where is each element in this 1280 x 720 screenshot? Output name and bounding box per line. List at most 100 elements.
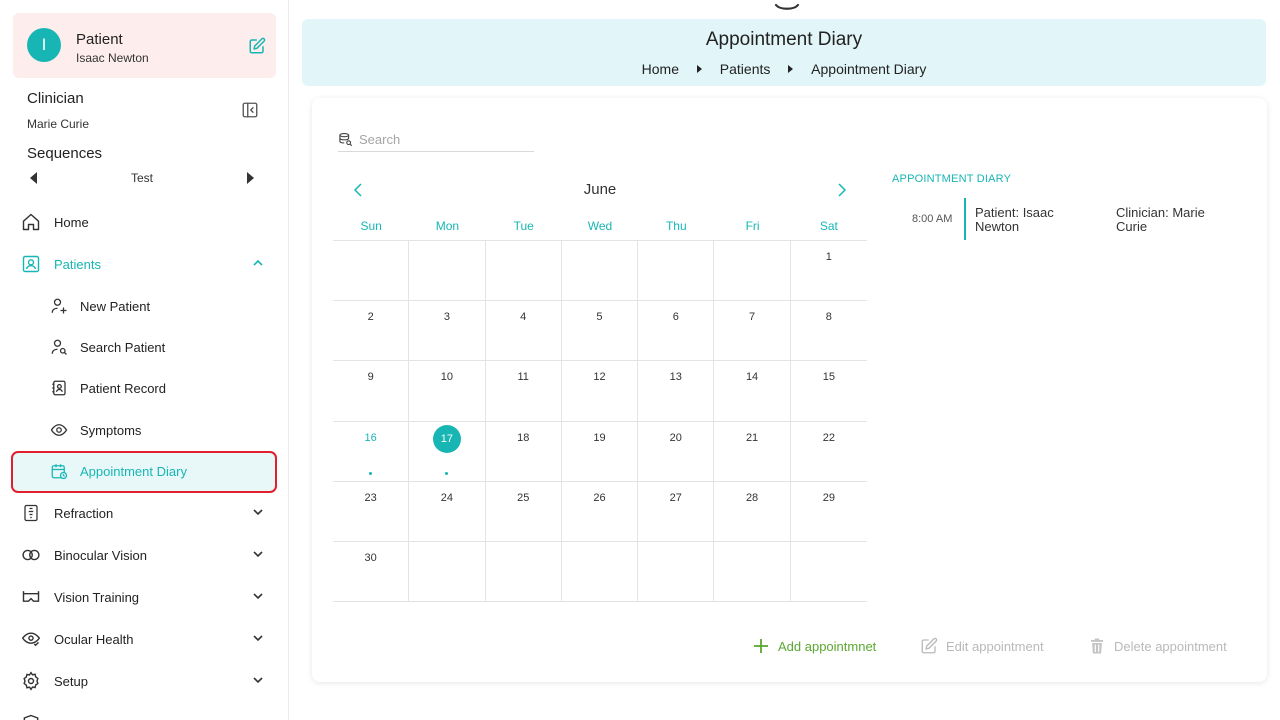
nav-home[interactable]: Home bbox=[20, 207, 270, 237]
calendar-day[interactable]: 15 bbox=[790, 361, 867, 422]
calendar-day[interactable]: 14 bbox=[714, 361, 791, 422]
chevron-left-icon[interactable] bbox=[352, 182, 364, 198]
calendar-day[interactable]: 16 bbox=[333, 421, 410, 482]
search-db-icon bbox=[339, 133, 353, 147]
calendar-day[interactable]: 20 bbox=[638, 421, 715, 482]
calendar-day[interactable]: 7 bbox=[714, 301, 791, 362]
home-icon bbox=[20, 211, 42, 233]
edit-icon[interactable] bbox=[248, 37, 266, 55]
calendar-day[interactable]: 13 bbox=[638, 361, 715, 422]
breadcrumb-separator-icon bbox=[788, 65, 794, 74]
nav-search-patient[interactable]: Search Patient bbox=[48, 332, 268, 362]
calendar-empty-cell bbox=[561, 241, 639, 302]
breadcrumb-patients[interactable]: Patients bbox=[720, 61, 771, 77]
nav-patients-label: Patients bbox=[54, 256, 101, 272]
calendar-day-number: 2 bbox=[367, 311, 374, 324]
patient-card-icon bbox=[20, 253, 42, 275]
calendar-day[interactable]: 10 bbox=[409, 361, 486, 422]
calendar-day[interactable]: 18 bbox=[485, 421, 562, 482]
calendar-day[interactable]: 4 bbox=[485, 301, 562, 362]
shield-icon bbox=[20, 712, 42, 720]
nav-patient-record[interactable]: Patient Record bbox=[48, 373, 268, 403]
calendar-day[interactable]: 24 bbox=[409, 481, 486, 542]
calendar-day-number: 12 bbox=[593, 371, 606, 384]
patient-card-name: Isaac Newton bbox=[76, 51, 149, 65]
appointment-entry[interactable]: 8:00 AM Patient: Isaac Newton Clinician:… bbox=[892, 198, 1232, 240]
chevron-down-icon bbox=[253, 509, 263, 516]
calendar-day-number: 15 bbox=[822, 371, 835, 384]
patient-card[interactable]: I Patient Isaac Newton bbox=[13, 13, 276, 78]
calendar-empty-cell bbox=[409, 241, 486, 302]
calendar-day-number: 21 bbox=[745, 431, 759, 444]
nav-symptoms[interactable]: Symptoms bbox=[48, 415, 268, 445]
breadcrumb-current: Appointment Diary bbox=[811, 61, 927, 78]
page-header: Appointment Diary Home Patients Appointm… bbox=[302, 19, 1266, 86]
add-appointment-label: Add appointmnet bbox=[778, 638, 877, 654]
calendar-empty-cell bbox=[638, 541, 715, 602]
calendar-day[interactable]: 12 bbox=[561, 361, 639, 422]
calendar-day[interactable]: 2 bbox=[333, 301, 410, 362]
calendar-day[interactable]: 5 bbox=[561, 301, 639, 362]
weekday-label: Mon bbox=[435, 219, 460, 233]
calendar-day[interactable]: 21 bbox=[714, 421, 791, 482]
calendar-day[interactable]: 19 bbox=[561, 421, 639, 482]
calendar-day[interactable]: 26 bbox=[561, 481, 639, 542]
delete-appointment-label: Delete appointment bbox=[1114, 638, 1227, 654]
appointment-clinician: Clinician: Marie Curie bbox=[1116, 205, 1205, 234]
chevron-right-icon[interactable] bbox=[836, 182, 848, 198]
calendar-day[interactable]: 22 bbox=[790, 422, 867, 482]
breadcrumb-home[interactable]: Home bbox=[642, 61, 679, 77]
calendar-day[interactable]: 1 bbox=[790, 241, 867, 302]
calendar-empty-cell bbox=[485, 541, 562, 602]
calendar-day[interactable]: 3 bbox=[409, 301, 486, 362]
calendar-day[interactable]: 28 bbox=[714, 481, 791, 542]
delete-appointment-button[interactable]: Delete appointment bbox=[1088, 635, 1227, 657]
calendar-day-number: 4 bbox=[520, 311, 527, 324]
add-appointment-button[interactable]: Add appointmnet bbox=[752, 635, 876, 657]
nav-next-section[interactable] bbox=[20, 708, 270, 720]
calendar-day[interactable]: 17 bbox=[409, 421, 486, 482]
nav-ocular-health[interactable]: Ocular Health bbox=[20, 624, 270, 654]
calendar-day[interactable]: 30 bbox=[333, 541, 410, 602]
breadcrumb: Home Patients Appointment Diary bbox=[302, 60, 1266, 77]
nav-patients[interactable]: Patients bbox=[20, 249, 270, 279]
calendar-day[interactable]: 11 bbox=[485, 361, 562, 422]
calendar-day-number: 28 bbox=[745, 491, 759, 504]
calendar-day[interactable]: 25 bbox=[485, 481, 562, 542]
vr-headset-icon bbox=[20, 586, 42, 608]
edit-appointment-button[interactable]: Edit appointment bbox=[920, 635, 1044, 657]
sidebar: I Patient Isaac Newton Clinician Marie C… bbox=[0, 0, 289, 720]
calendar-day[interactable]: 27 bbox=[638, 481, 715, 542]
calendar-day[interactable]: 29 bbox=[790, 482, 867, 542]
nav-appointment-diary[interactable]: Appointment Diary bbox=[48, 456, 268, 486]
nav-new-patient[interactable]: New Patient bbox=[48, 291, 268, 321]
sequence-next-icon[interactable] bbox=[247, 172, 254, 184]
nav-binocular-vision[interactable]: Binocular Vision bbox=[20, 540, 270, 570]
weekday-label: Wed bbox=[587, 219, 613, 233]
calendar-day-number: 26 bbox=[593, 491, 606, 504]
search-box[interactable] bbox=[338, 128, 534, 152]
nav-setup[interactable]: Setup bbox=[20, 666, 270, 696]
nav-vision-training[interactable]: Vision Training bbox=[20, 582, 270, 612]
record-icon bbox=[48, 377, 70, 399]
calendar-day[interactable]: 6 bbox=[638, 301, 715, 362]
calendar-day[interactable]: 9 bbox=[333, 361, 410, 422]
appointment-time: 8:00 AM bbox=[912, 213, 953, 225]
collapse-sidebar-icon[interactable] bbox=[241, 101, 259, 119]
calendar-empty-cell bbox=[714, 541, 791, 602]
nav-home-label: Home bbox=[54, 214, 89, 230]
calendar-weekdays: Sun Mon Tue Wed Thu Fri Sat bbox=[333, 219, 867, 233]
nav-refraction[interactable]: Refraction bbox=[20, 498, 270, 528]
search-user-icon bbox=[48, 336, 70, 358]
calendar-day-number: 10 bbox=[440, 371, 454, 384]
eye-health-icon bbox=[20, 628, 42, 650]
calendar-day[interactable]: 8 bbox=[790, 301, 867, 362]
sequence-prev-icon[interactable] bbox=[30, 172, 37, 184]
calendar-day[interactable]: 23 bbox=[333, 481, 410, 542]
edit-icon bbox=[921, 637, 938, 654]
calendar-day-number: 9 bbox=[367, 371, 374, 384]
search-input[interactable] bbox=[359, 132, 529, 147]
chevron-down-icon[interactable] bbox=[774, 2, 800, 14]
calendar-day-number: 5 bbox=[596, 311, 603, 324]
calendar-empty-cell bbox=[333, 241, 410, 302]
